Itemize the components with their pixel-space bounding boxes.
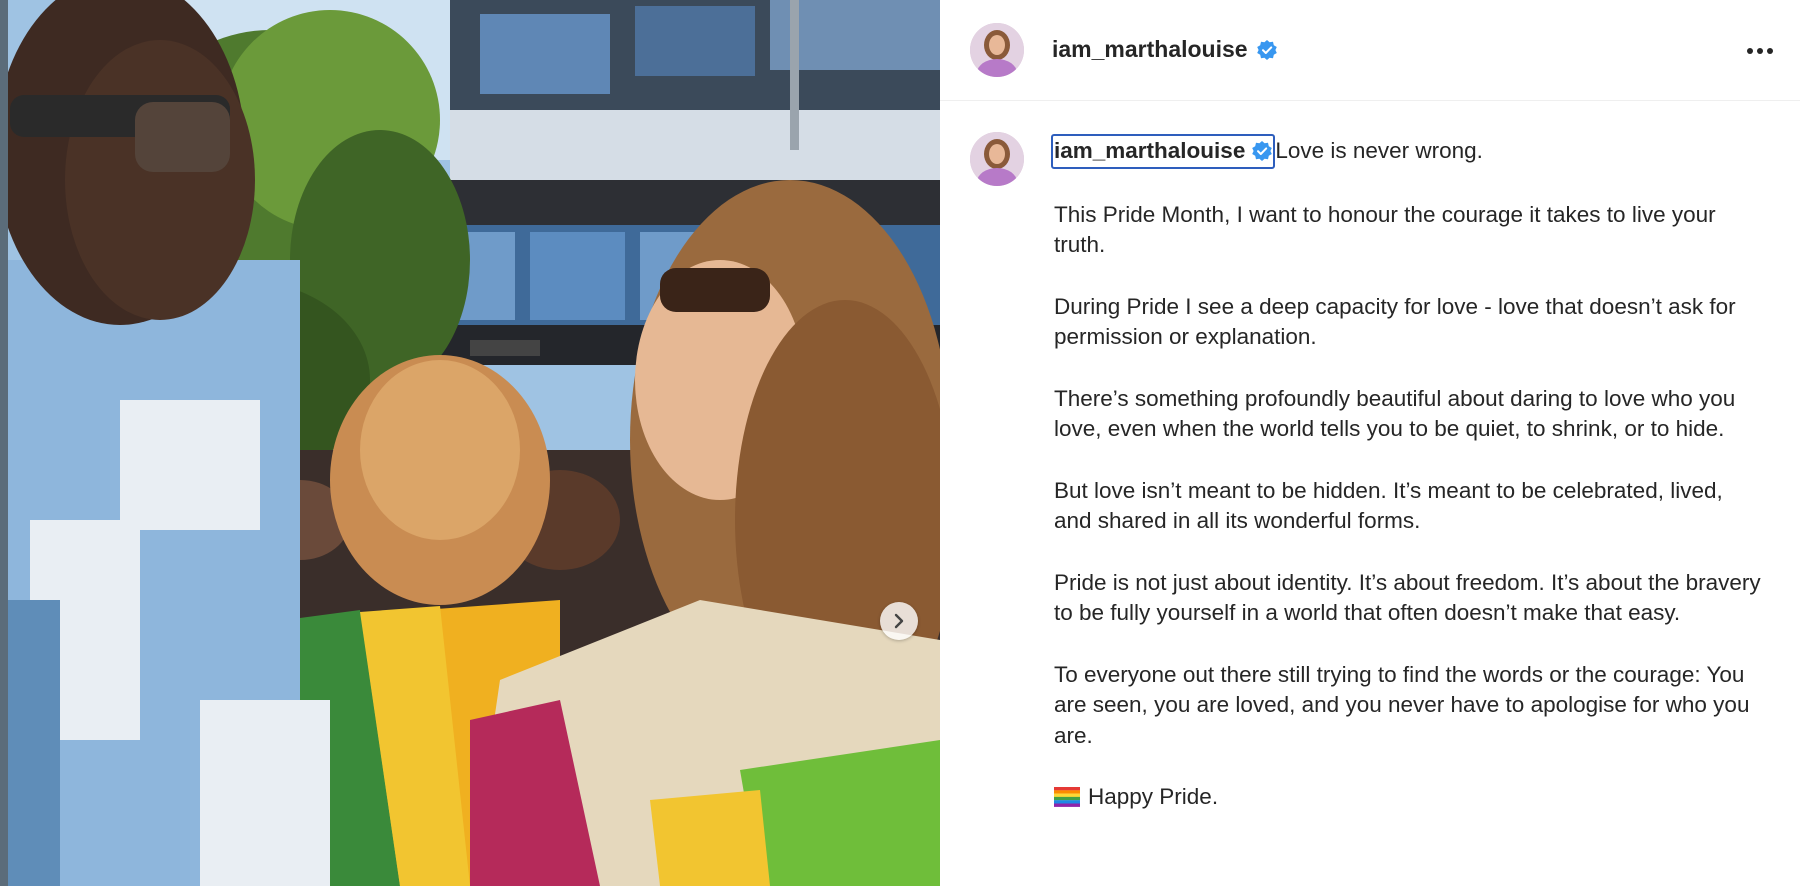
chevron-right-icon [894, 613, 904, 629]
more-options-button[interactable] [1740, 36, 1780, 66]
caption-paragraph: There’s something profoundly beautiful a… [1054, 385, 1736, 442]
caption-closing: Happy Pride. [1054, 782, 1764, 813]
pride-crowd-photo [0, 0, 940, 886]
rainbow-flag-icon [1054, 787, 1080, 807]
caption-first-text: Love is never wrong. [1275, 138, 1483, 163]
verified-badge-icon [1256, 39, 1277, 60]
username-label: iam_marthalouise [1052, 36, 1248, 62]
post-header: iam_marthalouise [940, 0, 1800, 101]
post-caption: iam_marthalouise Love is never wrong. Th… [1051, 134, 1764, 844]
avatar[interactable] [970, 23, 1024, 77]
post-details-panel: iam_marthalouise iam_marthalouise Love i… [940, 0, 1800, 886]
next-photo-button[interactable] [880, 602, 918, 640]
instagram-post-view: iam_marthalouise iam_marthalouise Love i… [0, 0, 1800, 886]
caption-username: iam_marthalouise [1054, 138, 1246, 163]
username-link[interactable]: iam_marthalouise [1052, 36, 1278, 63]
verified-badge-icon [1252, 141, 1273, 162]
more-horizontal-icon [1747, 48, 1773, 54]
caption-paragraph: This Pride Month, I want to honour the c… [1054, 201, 1716, 258]
caption-first-line: iam_marthalouise Love is never wrong. [1051, 134, 1764, 169]
caption-paragraph: Pride is not just about identity. It’s a… [1054, 569, 1761, 626]
caption-paragraph: To everyone out there still trying to fi… [1054, 661, 1750, 748]
profile-picture [970, 132, 1024, 186]
caption-closing-text: Happy Pride. [1088, 784, 1219, 809]
photo-edge [0, 0, 8, 886]
caption-username-link[interactable]: iam_marthalouise [1051, 134, 1276, 169]
profile-picture [970, 23, 1024, 77]
caption-paragraph: During Pride I see a deep capacity for l… [1054, 293, 1736, 350]
post-photo[interactable] [0, 0, 940, 886]
caption-paragraph: But love isn’t meant to be hidden. It’s … [1054, 477, 1723, 534]
caption-avatar[interactable] [970, 132, 1024, 186]
